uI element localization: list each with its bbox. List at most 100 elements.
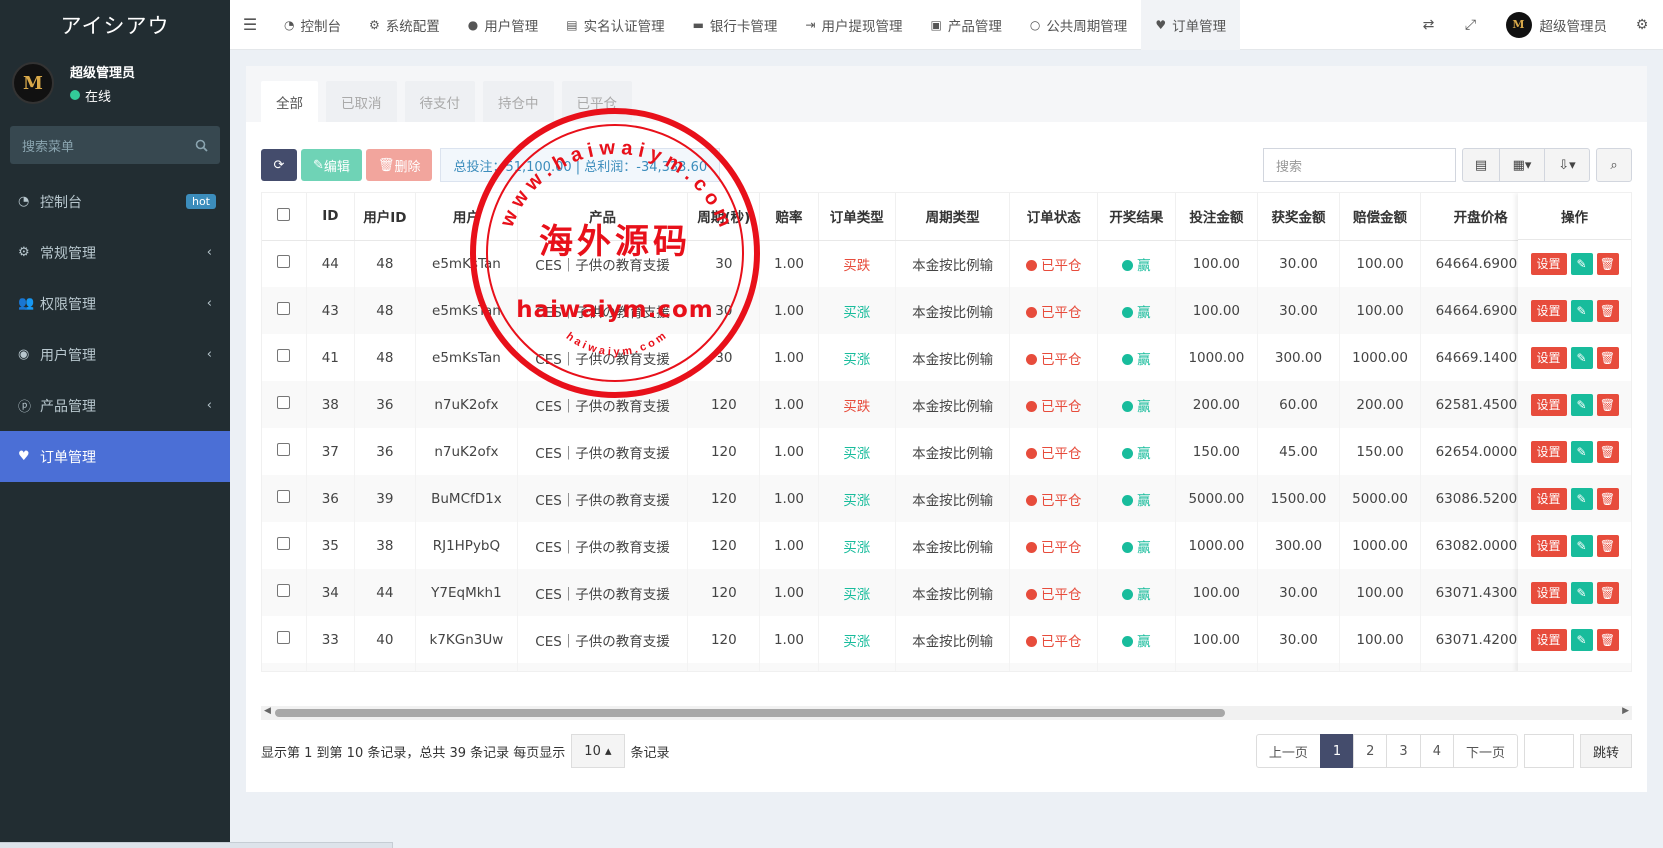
row-edit-button[interactable]: ✎	[1570, 346, 1593, 369]
export-button[interactable]: ⇩▾	[1544, 148, 1590, 182]
scroll-right-icon[interactable]: ▶	[1622, 706, 1629, 716]
toggle-view-button[interactable]: ▤	[1462, 148, 1500, 182]
page-3-button[interactable]: 3	[1386, 734, 1421, 768]
tab-orders[interactable]: ♥ 订单管理	[1141, 0, 1241, 50]
sidebar-item-users[interactable]: ◉ 用户管理 ‹	[0, 329, 230, 380]
col-order-status[interactable]: 订单状态	[1009, 193, 1099, 241]
tab-withdraw[interactable]: ⇥ 用户提现管理	[791, 0, 916, 50]
horizontal-scrollbar[interactable]: ◀ ▶	[261, 706, 1632, 720]
tab-products[interactable]: ▣ 产品管理	[916, 0, 1015, 50]
table-row[interactable]: 33 40 k7KGn3Uw CES｜子供の教育支援 120 1.00 买涨 本金按比例输 已平…	[262, 616, 1631, 663]
advanced-search-button[interactable]: ⌕	[1596, 148, 1632, 182]
row-checkbox[interactable]	[262, 663, 307, 671]
row-checkbox[interactable]	[262, 569, 307, 616]
sidebar-item-orders[interactable]: ♥ 订单管理	[0, 431, 230, 482]
edit-button[interactable]: ✎ 编辑	[301, 149, 362, 181]
row-edit-button[interactable]: ✎	[1570, 252, 1593, 275]
row-settings-button[interactable]: 设置	[1530, 252, 1567, 275]
col-cycle-type[interactable]: 周期类型	[895, 193, 1011, 241]
settings-gear-icon[interactable]: ⚙	[1621, 17, 1663, 33]
row-settings-button[interactable]: 设置	[1530, 487, 1567, 510]
col-user-id[interactable]: 用户ID	[354, 193, 417, 241]
sidebar-item-dashboard[interactable]: ◔ 控制台 hot	[0, 176, 230, 227]
tab-all[interactable]: 全部	[261, 81, 318, 122]
col-rate[interactable]: 赔率	[759, 193, 819, 241]
table-row[interactable]: 34 44 Y7EqMkh1 CES｜子供の教育支援 120 1.00 买涨 本金按比例输 已平…	[262, 569, 1631, 616]
row-checkbox[interactable]	[262, 522, 307, 569]
jump-button[interactable]: 跳转	[1579, 734, 1632, 768]
tab-realname[interactable]: ▤ 实名认证管理	[552, 0, 678, 50]
table-row[interactable]: 44 48 e5mKsTan CES｜子供の教育支援 30 1.00 买跌 本金按比例输 已平仓…	[262, 240, 1631, 287]
row-edit-button[interactable]: ✎	[1570, 299, 1593, 322]
row-delete-button[interactable]: 🗑	[1596, 581, 1619, 604]
tab-pending-payment[interactable]: 待支付	[404, 81, 475, 122]
col-order-type[interactable]: 订单类型	[818, 193, 896, 241]
table-row[interactable]: 3239BuMCfD1xCES｜子供の教育支援1201.00买涨本金按比例输已平…	[262, 663, 1631, 671]
row-delete-button[interactable]: 🗑	[1596, 534, 1619, 557]
row-settings-button[interactable]: 设置	[1530, 628, 1567, 651]
tab-dashboard[interactable]: ◔ 控制台	[270, 0, 355, 50]
col-comp-amount[interactable]: 赔偿金额	[1339, 193, 1422, 241]
table-row[interactable]: 37 36 n7uK2ofx CES｜子供の教育支援 120 1.00 买涨 本金按比例输 已平…	[262, 428, 1631, 475]
refresh-button[interactable]: ⟳	[261, 149, 297, 181]
tab-holding[interactable]: 持仓中	[483, 81, 554, 122]
row-checkbox[interactable]	[262, 381, 307, 428]
page-4-button[interactable]: 4	[1419, 734, 1454, 768]
row-delete-button[interactable]: 🗑	[1596, 393, 1619, 416]
top-user-menu[interactable]: M 超级管理员	[1492, 11, 1622, 38]
col-bet-amount[interactable]: 投注金额	[1175, 193, 1259, 241]
sidebar-item-products[interactable]: ⓟ 产品管理 ‹	[0, 380, 230, 431]
row-delete-button[interactable]: 🗑	[1596, 299, 1619, 322]
col-id[interactable]: ID	[306, 193, 355, 241]
sidebar-item-permissions[interactable]: 👥 权限管理 ‹	[0, 278, 230, 329]
brand-title[interactable]: アイシアウ	[0, 0, 230, 50]
menu-toggle-icon[interactable]: ☰	[230, 15, 270, 34]
row-checkbox[interactable]	[262, 240, 307, 287]
page-size-select[interactable]: 10 ▴	[571, 734, 625, 768]
table-search-input[interactable]: 搜索	[1263, 148, 1456, 182]
col-result[interactable]: 开奖结果	[1097, 193, 1176, 241]
table-row[interactable]: 43 48 e5mKsTan CES｜子供の教育支援 30 1.00 买涨 本金按比例输 已平仓…	[262, 287, 1631, 334]
row-edit-button[interactable]: ✎	[1570, 393, 1593, 416]
row-delete-button[interactable]: 🗑	[1596, 346, 1619, 369]
jump-page-input[interactable]	[1523, 734, 1574, 768]
row-delete-button[interactable]: 🗑	[1596, 252, 1619, 275]
tab-cancelled[interactable]: 已取消	[326, 81, 397, 122]
table-row[interactable]: 41 48 e5mKsTan CES｜子供の教育支援 30 1.00 买涨 本金按比例输 已平仓…	[262, 334, 1631, 381]
tab-bankcard[interactable]: ▬ 银行卡管理	[679, 0, 792, 50]
row-checkbox[interactable]	[262, 428, 307, 475]
row-settings-button[interactable]: 设置	[1530, 534, 1567, 557]
tab-public-cycle[interactable]: ○ 公共周期管理	[1016, 0, 1141, 50]
table-row[interactable]: 36 39 BuMCfD1x CES｜子供の教育支援 120 1.00 买涨 本金按比例输 已平…	[262, 475, 1631, 522]
tab-system-config[interactable]: ⚙ 系统配置	[355, 0, 454, 50]
row-edit-button[interactable]: ✎	[1570, 581, 1593, 604]
row-edit-button[interactable]: ✎	[1570, 534, 1593, 557]
table-row[interactable]: 35 38 RJ1HPybQ CES｜子供の教育支援 120 1.00 买涨 本金按比例输 已平…	[262, 522, 1631, 569]
row-edit-button[interactable]: ✎	[1570, 440, 1593, 463]
row-settings-button[interactable]: 设置	[1530, 581, 1567, 604]
prev-page-button[interactable]: 上一页	[1255, 734, 1321, 768]
row-delete-button[interactable]: 🗑	[1596, 440, 1619, 463]
search-icon[interactable]	[195, 139, 208, 152]
row-delete-button[interactable]: 🗑	[1596, 628, 1619, 651]
row-settings-button[interactable]: 设置	[1530, 299, 1567, 322]
scroll-left-icon[interactable]: ◀	[264, 706, 271, 716]
columns-button[interactable]: ▦▾	[1499, 148, 1545, 182]
row-edit-button[interactable]: ✎	[1570, 487, 1593, 510]
row-checkbox[interactable]	[262, 616, 307, 663]
col-period[interactable]: 周期(秒)	[687, 193, 761, 241]
row-delete-button[interactable]: 🗑	[1596, 487, 1619, 510]
row-settings-button[interactable]: 设置	[1530, 440, 1567, 463]
tab-closed[interactable]: 已平仓	[561, 81, 632, 122]
col-user[interactable]: 用户	[415, 193, 518, 241]
menu-search-input[interactable]: 搜索菜单	[10, 126, 220, 164]
row-checkbox[interactable]	[262, 334, 307, 381]
row-edit-button[interactable]: ✎	[1570, 628, 1593, 651]
fullscreen-icon[interactable]: ⤢	[1450, 17, 1492, 33]
row-settings-button[interactable]: 设置	[1530, 346, 1567, 369]
row-settings-button[interactable]: 设置	[1530, 393, 1567, 416]
select-all-checkbox[interactable]	[262, 193, 307, 241]
next-page-button[interactable]: 下一页	[1452, 734, 1518, 768]
table-row[interactable]: 38 36 n7uK2ofx CES｜子供の教育支援 120 1.00 买跌 本金按比例输 已平…	[262, 381, 1631, 428]
sidebar-item-general[interactable]: ⚙ 常规管理 ‹	[0, 227, 230, 278]
